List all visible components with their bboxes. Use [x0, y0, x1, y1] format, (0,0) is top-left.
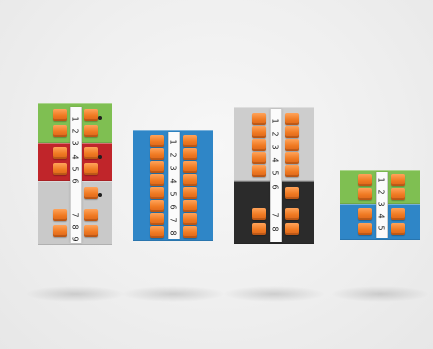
terminal-number: 4	[376, 213, 386, 219]
lever	[150, 148, 164, 160]
lever	[391, 208, 405, 220]
lever	[391, 174, 405, 186]
lever	[252, 152, 266, 164]
lever	[150, 213, 164, 225]
terminal-number: 5	[168, 191, 178, 197]
lever	[53, 109, 67, 121]
terminal-number: 6	[270, 184, 280, 190]
lever	[358, 188, 372, 200]
terminal-number: 4	[168, 178, 178, 184]
lever	[84, 187, 98, 199]
block-shadow	[224, 286, 324, 302]
terminal-number: 3	[70, 140, 80, 146]
lever	[53, 125, 67, 137]
terminal-number: 5	[270, 170, 280, 176]
lever	[252, 139, 266, 151]
terminal-number: 6	[168, 204, 178, 210]
lever	[53, 209, 67, 221]
terminal-number: 9	[70, 236, 80, 242]
lever	[183, 161, 197, 173]
terminal-number: 2	[376, 189, 386, 195]
terminal-number: 2	[270, 131, 280, 137]
lever	[252, 126, 266, 138]
lever	[84, 147, 98, 159]
lever	[252, 223, 266, 235]
terminal-block-1: 1 2 3 4 5 6 7 8 9	[38, 103, 112, 245]
lever	[285, 152, 299, 164]
terminal-number: 3	[376, 201, 386, 207]
lever	[150, 135, 164, 147]
terminal-number: 7	[270, 212, 280, 218]
lever	[84, 225, 98, 237]
lever	[183, 200, 197, 212]
screw-dot	[98, 193, 102, 197]
lever	[252, 165, 266, 177]
lever	[150, 174, 164, 186]
lever	[150, 200, 164, 212]
terminal-block-3: 1 2 3 4 5 6 7 8	[234, 107, 314, 244]
terminal-number: 5	[70, 166, 80, 172]
lever	[285, 208, 299, 220]
lever	[252, 113, 266, 125]
terminal-number: 4	[70, 154, 80, 160]
lever	[285, 139, 299, 151]
terminal-number: 4	[270, 157, 280, 163]
screw-dot	[98, 116, 102, 120]
terminal-number: 2	[70, 128, 80, 134]
terminal-number: 7	[70, 212, 80, 218]
terminal-number: 1	[376, 177, 386, 183]
lever	[53, 225, 67, 237]
lever	[358, 223, 372, 235]
block-shadow	[122, 286, 224, 302]
lever	[84, 163, 98, 175]
lever	[285, 165, 299, 177]
block-shadow	[332, 286, 428, 302]
terminal-number: 3	[270, 144, 280, 150]
lever	[183, 174, 197, 186]
lever	[358, 208, 372, 220]
terminal-number: 1	[168, 139, 178, 145]
lever	[358, 174, 372, 186]
lever	[391, 223, 405, 235]
lever	[252, 208, 266, 220]
lever	[285, 113, 299, 125]
terminal-block-4: 1 2 3 4 5	[340, 170, 420, 240]
lever	[183, 148, 197, 160]
screw-dot	[98, 155, 102, 159]
terminal-number: 8	[168, 230, 178, 236]
terminal-number: 8	[70, 224, 80, 230]
terminal-number: 7	[168, 217, 178, 223]
terminal-number: 3	[168, 165, 178, 171]
terminal-number: 1	[270, 118, 280, 124]
lever	[53, 163, 67, 175]
product-photo: 1 2 3 4 5 6 7 8 9 1 2 3 4 5 6 7 8 1 2 3 …	[0, 0, 433, 349]
lever	[183, 213, 197, 225]
lever	[150, 187, 164, 199]
lever	[285, 223, 299, 235]
block-shadow	[26, 286, 124, 302]
terminal-number: 2	[168, 152, 178, 158]
lever	[183, 226, 197, 238]
terminal-number: 6	[70, 178, 80, 184]
terminal-number: 8	[270, 226, 280, 232]
lever	[391, 188, 405, 200]
lever	[84, 125, 98, 137]
terminal-number: 1	[70, 116, 80, 122]
lever	[183, 187, 197, 199]
lever	[285, 126, 299, 138]
lever	[285, 187, 299, 199]
terminal-number: 5	[376, 225, 386, 231]
terminal-block-2: 1 2 3 4 5 6 7 8	[133, 130, 213, 241]
lever	[53, 147, 67, 159]
lever	[84, 209, 98, 221]
marker-strip	[70, 107, 82, 243]
lever	[84, 109, 98, 121]
marker-strip	[168, 132, 180, 239]
lever	[150, 161, 164, 173]
lever	[150, 226, 164, 238]
lever	[183, 135, 197, 147]
